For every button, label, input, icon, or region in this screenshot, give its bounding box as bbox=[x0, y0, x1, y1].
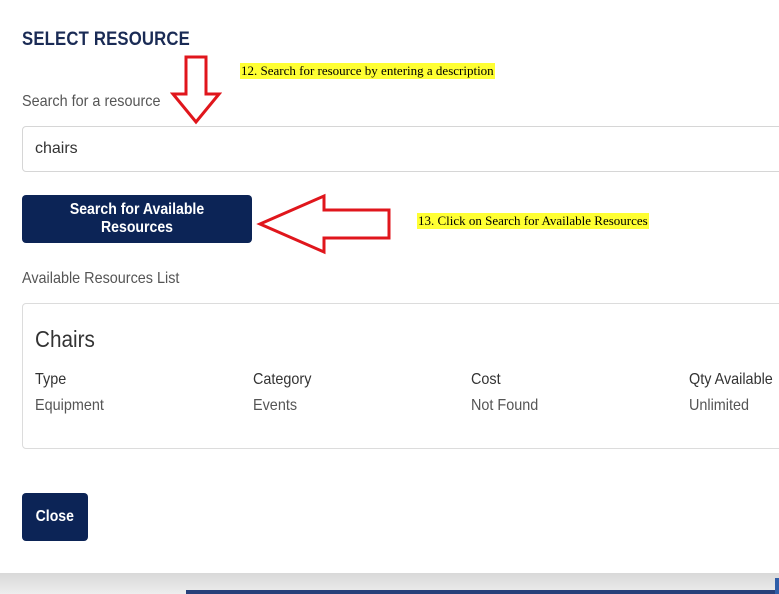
search-available-resources-button[interactable]: Search for Available Resources bbox=[22, 195, 252, 243]
select-resource-modal: SELECT RESOURCE Search for a resource Se… bbox=[0, 0, 779, 573]
resource-category-column: Category Events bbox=[253, 371, 311, 415]
category-value: Events bbox=[253, 397, 298, 414]
close-button-label: Close bbox=[35, 508, 75, 525]
category-header: Category bbox=[253, 371, 312, 388]
background-bar bbox=[186, 590, 779, 594]
available-resources-list-label: Available Resources List bbox=[22, 270, 180, 287]
cost-header: Cost bbox=[471, 371, 501, 388]
background-edge bbox=[775, 578, 779, 594]
type-value: Equipment bbox=[35, 397, 104, 414]
qty-value: Unlimited bbox=[689, 397, 750, 414]
close-button[interactable]: Close bbox=[22, 493, 88, 541]
down-arrow-icon bbox=[170, 55, 222, 125]
search-button-label: Search for Available Resources bbox=[69, 201, 205, 236]
left-arrow-icon bbox=[256, 193, 391, 255]
resource-cost-column: Cost Not Found bbox=[471, 371, 538, 415]
modal-title: SELECT RESOURCE bbox=[22, 29, 191, 50]
resource-type-column: Type Equipment bbox=[35, 371, 104, 415]
resource-card[interactable]: Chairs Type Equipment Category Events Co… bbox=[22, 303, 779, 449]
search-label: Search for a resource bbox=[22, 93, 161, 110]
qty-header: Qty Available bbox=[689, 371, 773, 388]
resource-name: Chairs bbox=[35, 326, 95, 352]
cost-value: Not Found bbox=[471, 397, 539, 414]
resource-search-input[interactable] bbox=[22, 126, 779, 172]
annotation-step-12: 12. Search for resource by entering a de… bbox=[240, 63, 495, 79]
type-header: Type bbox=[35, 371, 67, 388]
resource-qty-column: Qty Available Unlimited bbox=[689, 371, 773, 415]
annotation-step-13: 13. Click on Search for Available Resour… bbox=[417, 213, 649, 229]
